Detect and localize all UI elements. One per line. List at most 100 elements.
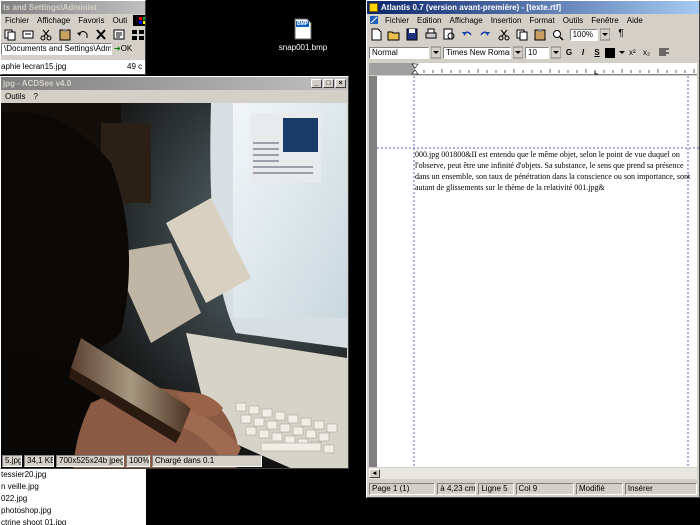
- copy-icon[interactable]: [3, 28, 17, 41]
- undo-icon[interactable]: [76, 28, 90, 41]
- style-select[interactable]: Normal: [369, 46, 429, 59]
- scroll-left-button[interactable]: ◂: [369, 469, 380, 478]
- font-dropdown-icon[interactable]: [512, 46, 524, 59]
- menu-affichage[interactable]: Affichage: [445, 16, 486, 25]
- menu-favoris[interactable]: Favoris: [74, 16, 108, 25]
- font-color-icon[interactable]: [605, 47, 615, 58]
- italic-button[interactable]: I: [577, 48, 589, 57]
- menu-affichage[interactable]: Affichage: [33, 16, 74, 25]
- align-left-icon[interactable]: [657, 46, 671, 59]
- menu-outils[interactable]: Outils: [1, 92, 29, 101]
- file-item[interactable]: aphie lecran15.jpg: [1, 60, 127, 74]
- underline-button[interactable]: S: [591, 48, 603, 57]
- status-modified: Modifié: [576, 483, 623, 495]
- list-item[interactable]: ctrine shoot 01.jpg: [0, 517, 146, 525]
- find-icon[interactable]: [551, 28, 565, 41]
- acdsee-title: jpg - ACDSee v4.0: [3, 79, 72, 88]
- maximize-button[interactable]: □: [323, 79, 334, 88]
- photo-view: [1, 103, 347, 468]
- close-button[interactable]: ×: [335, 79, 346, 88]
- menu-aide[interactable]: Aide: [623, 16, 647, 25]
- explorer-title: ts and Settings\Administ: [3, 3, 97, 12]
- document-page[interactable]: 000.jpg 001800&II est entendu que le mêm…: [377, 76, 699, 467]
- atlantis-app-icon[interactable]: [369, 3, 378, 12]
- doc-icon[interactable]: [367, 15, 381, 27]
- explorer-titlebar[interactable]: ts and Settings\Administ: [1, 1, 145, 14]
- ruler[interactable]: [369, 63, 697, 75]
- list-item[interactable]: tessier20.jpg: [0, 469, 146, 481]
- format-toolbar: Normal Times New Roman 10 G I S x² x₂: [369, 45, 697, 60]
- bitmap-file-icon: BMP: [294, 18, 312, 40]
- menu-fichier[interactable]: Fichier: [381, 16, 413, 25]
- bmp-badge: BMP: [297, 21, 309, 27]
- horizontal-scrollbar[interactable]: ◂: [369, 468, 697, 479]
- acdsee-statusbar: 5.jpg 34,1 KB 700x525x24b jpeg 100% Char…: [1, 454, 348, 468]
- atlantis-window: Atlantis 0.7 (version avant-première) - …: [366, 0, 700, 498]
- style-dropdown-icon[interactable]: [430, 46, 442, 59]
- menu-format[interactable]: Format: [525, 16, 558, 25]
- copy-icon[interactable]: [515, 28, 529, 41]
- menu-fichier[interactable]: Fichier: [1, 16, 33, 25]
- pilcrow-icon[interactable]: ¶: [614, 28, 628, 41]
- print-preview-icon[interactable]: [442, 28, 456, 41]
- acdsee-titlebar[interactable]: jpg - ACDSee v4.0: [1, 77, 348, 90]
- menu-insertion[interactable]: Insertion: [487, 16, 526, 25]
- status-page: Page 1 (1): [369, 483, 436, 495]
- file-size: 49 c: [127, 62, 143, 71]
- zoom-select[interactable]: 100%: [569, 28, 598, 41]
- paste-icon[interactable]: [533, 28, 547, 41]
- explorer-menubar: Fichier Affichage Favoris Outi: [1, 14, 145, 27]
- list-item[interactable]: n veille.jpg: [0, 481, 146, 493]
- save-icon[interactable]: [405, 28, 419, 41]
- new-icon[interactable]: [369, 28, 383, 41]
- cut-icon[interactable]: [497, 28, 511, 41]
- zoom-dropdown-icon[interactable]: [599, 28, 611, 41]
- go-button[interactable]: ➔OK: [114, 43, 144, 55]
- status-col: Col 9: [515, 483, 575, 495]
- status-line: Ligne 5: [478, 483, 514, 495]
- menu-help[interactable]: ?: [29, 92, 41, 101]
- desktop-icon-snap001[interactable]: BMP snap001.bmp: [278, 18, 328, 52]
- status-zoom: 100%: [126, 455, 150, 467]
- status-filename: 5.jpg: [2, 455, 22, 467]
- subscript-icon[interactable]: x₂: [643, 48, 655, 57]
- redo-icon[interactable]: [478, 28, 492, 41]
- atlantis-menubar: Fichier Edition Affichage Insertion Form…: [367, 14, 699, 27]
- open-icon[interactable]: [387, 28, 401, 41]
- status-loadtime: Chargé dans 0.1: [152, 455, 262, 467]
- bold-button[interactable]: G: [563, 48, 575, 57]
- font-select[interactable]: Times New Roman: [443, 46, 511, 59]
- undo-icon[interactable]: [460, 28, 474, 41]
- print-icon[interactable]: [424, 28, 438, 41]
- properties-icon[interactable]: [112, 28, 126, 41]
- views-icon[interactable]: [131, 28, 145, 41]
- ruler-ticks: [369, 63, 695, 75]
- paste-icon[interactable]: [58, 28, 72, 41]
- photo-image: [1, 103, 347, 468]
- list-item[interactable]: 022.jpg: [0, 493, 146, 505]
- menu-edition[interactable]: Edition: [413, 16, 445, 25]
- go-arrow-icon: ➔: [114, 44, 121, 53]
- menu-fenetre[interactable]: Fenêtre: [587, 16, 623, 25]
- atlantis-titlebar[interactable]: Atlantis 0.7 (version avant-première) - …: [367, 1, 699, 14]
- document-area[interactable]: 000.jpg 001800&II est entendu que le mêm…: [369, 76, 699, 467]
- file-list: tessier20.jpg n veille.jpg 022.jpg photo…: [0, 469, 146, 525]
- size-dropdown-icon[interactable]: [550, 46, 562, 59]
- superscript-icon[interactable]: x²: [629, 48, 641, 57]
- menu-outils[interactable]: Outi: [108, 16, 131, 25]
- delete-icon[interactable]: [94, 28, 108, 41]
- cut-icon[interactable]: [39, 28, 53, 41]
- address-input[interactable]: \Documents and Settings\Adm: [1, 43, 112, 55]
- minimize-button[interactable]: _: [311, 79, 322, 88]
- menu-outils[interactable]: Outils: [559, 16, 587, 25]
- standard-toolbar: 100% ¶: [369, 28, 697, 43]
- margin-guides: [377, 76, 699, 467]
- move-icon[interactable]: [21, 28, 35, 41]
- explorer-list: aphie lecran15.jpg 49 c: [1, 60, 145, 74]
- color-dropdown-icon[interactable]: [617, 46, 627, 59]
- list-item[interactable]: photoshop.jpg: [0, 505, 146, 517]
- document-text[interactable]: 000.jpg 001800&II est entendu que le mêm…: [415, 149, 693, 193]
- address-bar: \Documents and Settings\Adm ➔OK: [1, 43, 145, 57]
- size-select[interactable]: 10: [525, 46, 549, 59]
- atlantis-title: Atlantis 0.7 (version avant-première) - …: [381, 3, 562, 12]
